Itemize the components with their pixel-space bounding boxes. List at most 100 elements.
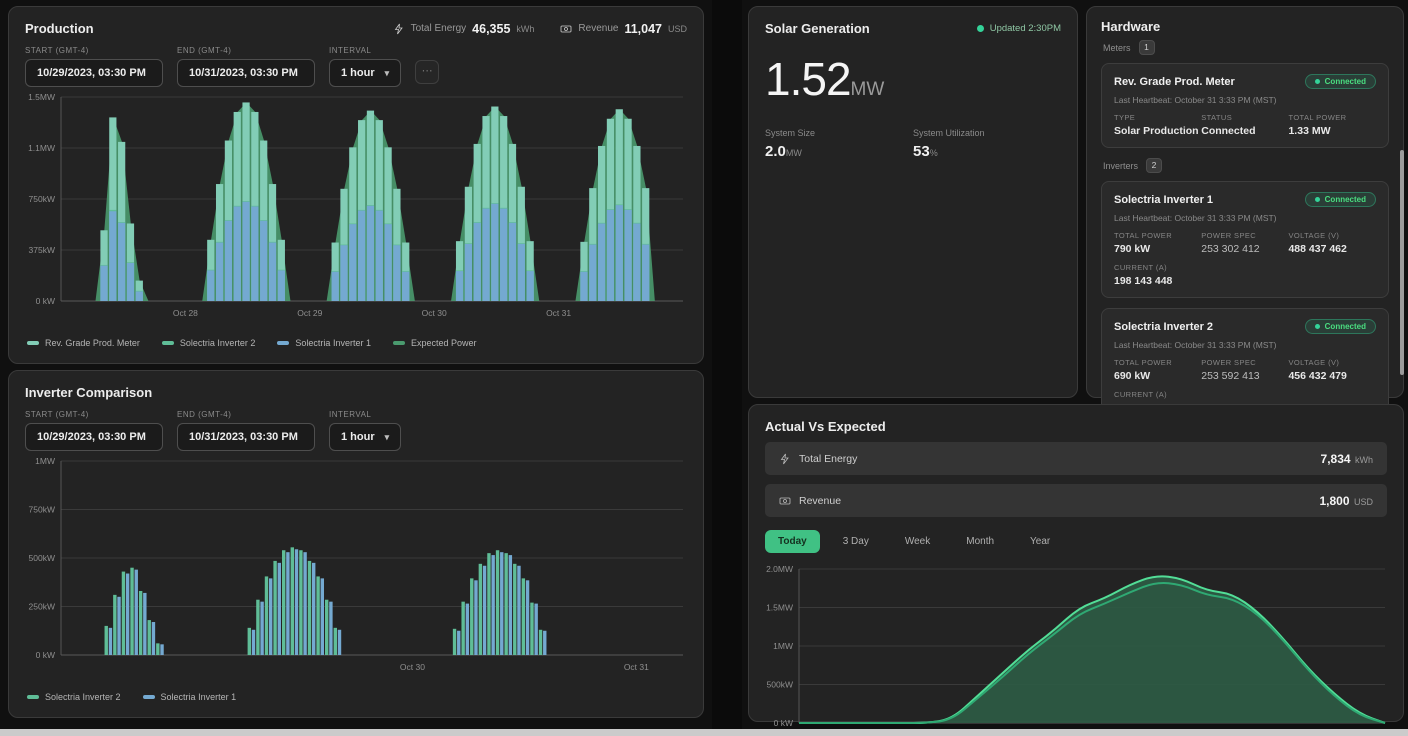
svg-text:0 kW: 0 kW (774, 718, 793, 728)
meter-status-value: Connected (1201, 125, 1288, 137)
range-tabs: Today 3 Day Week Month Year (749, 526, 1403, 559)
svg-text:1MW: 1MW (35, 456, 55, 466)
meters-label: Meters (1103, 43, 1131, 53)
meter-card[interactable]: Rev. Grade Prod. Meter Connected Last He… (1101, 63, 1389, 148)
interval-select[interactable]: 1 hour ▾ (329, 59, 401, 87)
svg-text:Oct 30: Oct 30 (400, 662, 425, 672)
total-energy-label: Total Energy (411, 23, 467, 34)
meter-power-value: 1.33 MW (1288, 125, 1375, 137)
legend-item[interactable]: Expected Power (393, 338, 477, 348)
total-energy-value: 46,355 (472, 22, 510, 36)
status-dot-icon (1315, 79, 1320, 84)
svg-text:2.0MW: 2.0MW (766, 564, 793, 574)
tab-week[interactable]: Week (892, 530, 943, 553)
meter-heartbeat: Last Heartbeat: October 31 3:33 PM (MST) (1114, 95, 1376, 105)
expected-swatch (393, 341, 405, 345)
tab-month[interactable]: Month (953, 530, 1007, 553)
inverter-comparison-legend: Solectria Inverter 2 Solectria Inverter … (9, 688, 703, 706)
status-dot-icon (1315, 324, 1320, 329)
end-datetime-input[interactable] (177, 59, 315, 87)
start-datetime-input[interactable] (25, 59, 163, 87)
tab-year[interactable]: Year (1017, 530, 1063, 553)
svg-text:Oct 29: Oct 29 (297, 308, 322, 318)
end-label: END (GMT-4) (177, 46, 315, 55)
legend-item[interactable]: Solectria Inverter 2 (27, 692, 121, 702)
start-label: START (GMT-4) (25, 410, 163, 419)
more-button[interactable]: ⋯ (415, 60, 439, 84)
inverter2-swatch (27, 695, 39, 699)
inverter1-swatch (143, 695, 155, 699)
interval-select[interactable]: 1 hour ▾ (329, 423, 401, 451)
interval-value: 1 hour (341, 431, 375, 443)
dashboard: Production Total Energy 46,355 kWh Reven… (0, 0, 1408, 736)
svg-text:1.5MW: 1.5MW (766, 603, 793, 613)
bottom-scrollbar[interactable] (0, 729, 1408, 736)
meter-name: Rev. Grade Prod. Meter (1114, 76, 1235, 88)
meter-swatch (27, 341, 39, 345)
end-label: END (GMT-4) (177, 410, 315, 419)
svg-text:375kW: 375kW (29, 245, 55, 255)
actual-vs-expected-chart[interactable]: 0 kW500kW1MW1.5MW2.0MW12AM3AM6AM9AM12PM3… (749, 559, 1403, 736)
svg-text:0 kW: 0 kW (36, 296, 55, 306)
inverter-power-value: 790 kW (1114, 243, 1201, 255)
svg-text:Oct 31: Oct 31 (546, 308, 571, 318)
legend-item[interactable]: Solectria Inverter 2 (162, 338, 256, 348)
svg-text:Oct 28: Oct 28 (173, 308, 198, 318)
connected-badge: Connected (1305, 74, 1376, 89)
svg-text:Oct 30: Oct 30 (422, 308, 447, 318)
current-generation-unit: MW (851, 79, 885, 100)
svg-text:750kW: 750kW (29, 194, 55, 204)
status-dot-icon (977, 25, 984, 32)
inverter-spec-value: 253 302 412 (1201, 243, 1288, 255)
legend-item[interactable]: Solectria Inverter 1 (277, 338, 371, 348)
inverter-current-value: 198 143 448 (1114, 275, 1376, 287)
meter-type-value: Solar Production (1114, 125, 1201, 137)
svg-text:250kW: 250kW (29, 602, 55, 612)
column-gap (712, 0, 742, 736)
scrollbar[interactable] (1400, 150, 1404, 375)
svg-text:1.1MW: 1.1MW (28, 143, 55, 153)
connected-badge: Connected (1305, 192, 1376, 207)
inverter-name: Solectria Inverter 2 (1114, 321, 1213, 333)
hardware-panel: Hardware Meters 1 Rev. Grade Prod. Meter… (1086, 6, 1404, 398)
inverter-heartbeat: Last Heartbeat: October 31 3:33 PM (MST) (1114, 213, 1376, 223)
updated-text: Updated 2:30PM (990, 23, 1061, 34)
svg-text:1MW: 1MW (773, 641, 793, 651)
revenue-value: 11,047 (624, 22, 662, 36)
chevron-down-icon: ▾ (385, 68, 390, 79)
utilization-value: 53 (913, 143, 930, 160)
svg-text:500kW: 500kW (29, 553, 55, 563)
production-chart[interactable]: 0 kW375kW750kW1.1MW1.5MWOct 28Oct 29Oct … (9, 89, 703, 334)
inverter-comparison-title: Inverter Comparison (25, 385, 152, 400)
solar-generation-title: Solar Generation (765, 21, 870, 36)
tab-3day[interactable]: 3 Day (830, 530, 882, 553)
svg-text:0 kW: 0 kW (36, 650, 55, 660)
legend-item[interactable]: Rev. Grade Prod. Meter (27, 338, 140, 348)
current-generation-value: 1.52 (765, 53, 851, 105)
money-icon (779, 495, 791, 507)
updated-status: Updated 2:30PM (977, 23, 1061, 34)
end-datetime-input[interactable] (177, 423, 315, 451)
legend-item[interactable]: Solectria Inverter 1 (143, 692, 237, 702)
revenue-stat: Revenue 11,047 USD (560, 22, 687, 36)
inverter-card-1[interactable]: Solectria Inverter 1 Connected Last Hear… (1101, 181, 1389, 298)
inverters-label: Inverters (1103, 161, 1138, 171)
start-datetime-input[interactable] (25, 423, 163, 451)
tab-today[interactable]: Today (765, 530, 820, 553)
inverter-voltage-value: 488 437 462 (1288, 243, 1375, 255)
svg-text:750kW: 750kW (29, 505, 55, 515)
total-energy-row: Total Energy 7,834 kWh (765, 442, 1387, 475)
inverter1-swatch (277, 341, 289, 345)
status-dot-icon (1315, 197, 1320, 202)
revenue-label: Revenue (799, 495, 841, 507)
bolt-icon (779, 453, 791, 465)
hardware-title: Hardware (1101, 19, 1389, 34)
utilization-label: System Utilization (913, 128, 1061, 138)
interval-label: INTERVAL (329, 46, 401, 55)
current-generation: 1.52MW (749, 38, 1077, 112)
system-size-stat: System Size 2.0MW (765, 128, 913, 160)
revenue-unit: USD (668, 24, 687, 34)
inverter-comparison-chart[interactable]: 0 kW 250kW 500kW 750kW 1MW Oct 30 Oct 31 (9, 453, 703, 688)
total-energy-stat: Total Energy 46,355 kWh (393, 22, 535, 36)
svg-text:Oct 31: Oct 31 (624, 662, 649, 672)
